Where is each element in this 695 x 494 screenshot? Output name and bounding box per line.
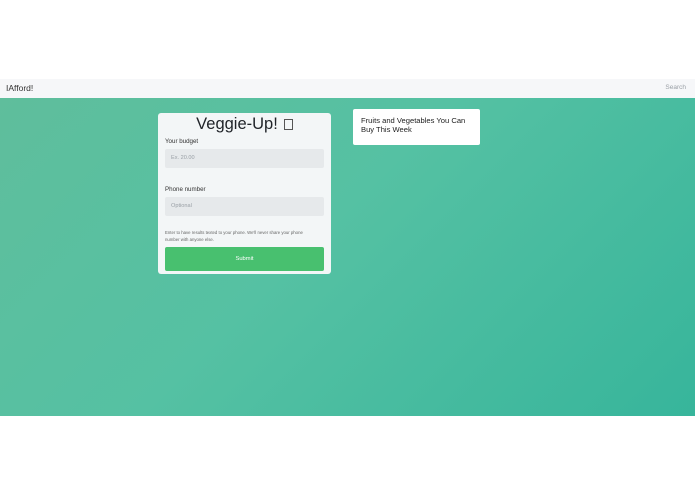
form-title-wrapper: Veggie-Up! bbox=[158, 115, 331, 134]
placeholder-glyph-icon bbox=[283, 119, 293, 130]
phone-label: Phone number bbox=[165, 186, 206, 193]
budget-form-card: Veggie-Up! Your budget Ex. 20.00 Phone n… bbox=[158, 113, 331, 274]
submit-button[interactable]: Submit bbox=[165, 247, 324, 271]
navbar: IAfford! Search bbox=[0, 79, 695, 99]
results-card: Fruits and Vegetables You Can Buy This W… bbox=[353, 109, 480, 145]
brand-logo[interactable]: IAfford! bbox=[6, 83, 33, 93]
budget-input[interactable]: Ex. 20.00 bbox=[165, 149, 324, 168]
phone-input[interactable]: Optional bbox=[165, 197, 324, 216]
budget-label: Your budget bbox=[165, 138, 199, 145]
phone-help-text: Enter to have results texted to your pho… bbox=[165, 230, 303, 242]
form-title: Veggie-Up! bbox=[196, 115, 278, 133]
hero-section: Veggie-Up! Your budget Ex. 20.00 Phone n… bbox=[0, 98, 695, 416]
results-title: Fruits and Vegetables You Can Buy This W… bbox=[361, 116, 466, 134]
search-link[interactable]: Search bbox=[665, 84, 686, 91]
